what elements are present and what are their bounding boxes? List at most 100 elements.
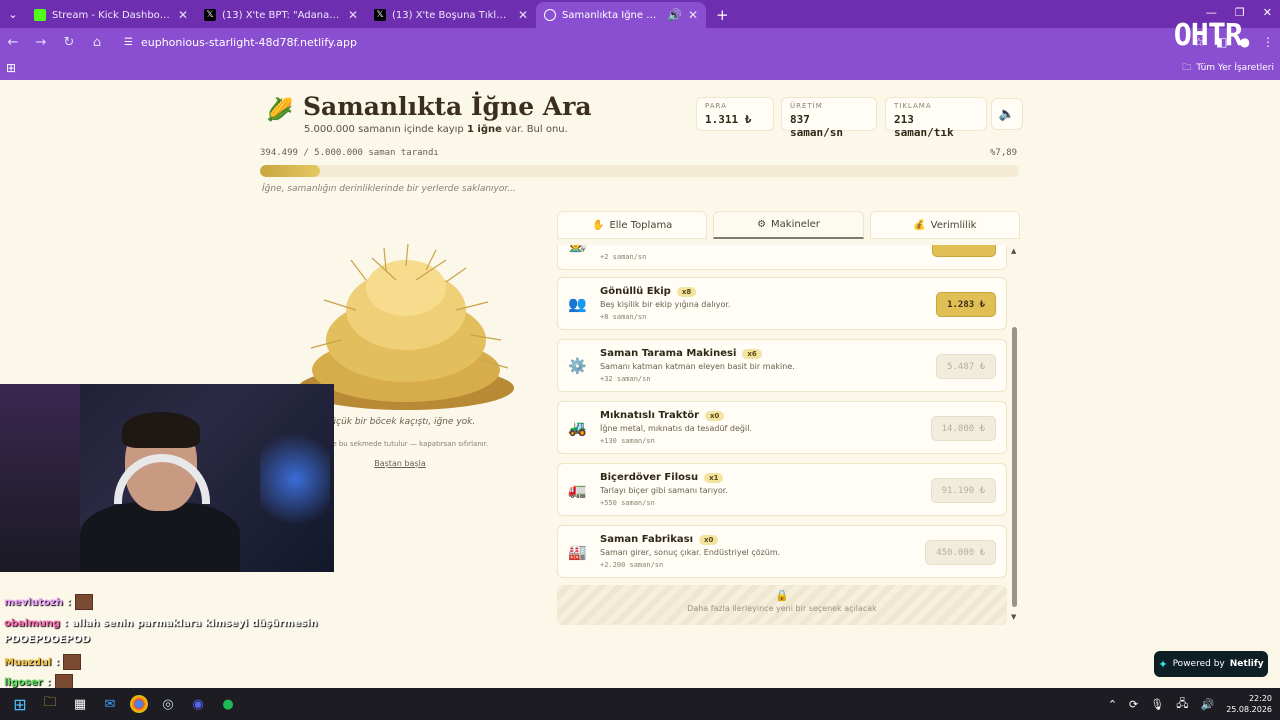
machine-count-badge: x0 bbox=[705, 410, 725, 421]
machine-name: Gönüllü Ekip x8 bbox=[600, 286, 697, 297]
machine-card: 👥 Gönüllü Ekip x8 Beş kişilik bir ekip y… bbox=[557, 277, 1007, 330]
stream-logo-overlay: OHTR bbox=[1173, 18, 1243, 53]
machine-count-badge: x8 bbox=[676, 286, 697, 297]
reload-icon[interactable]: ↻ bbox=[62, 35, 76, 50]
subtitle-text: 5.000.000 samanın içinde kayıp bbox=[304, 124, 464, 135]
close-tab-icon[interactable]: ✕ bbox=[348, 8, 358, 22]
stream-chat-overlay: mevlutozh: obalmung: allah senin parmakl… bbox=[0, 574, 320, 690]
tab-label: Makineler bbox=[771, 219, 820, 230]
all-bookmarks[interactable]: 🗀 Tüm Yer İşaretleri bbox=[1182, 60, 1274, 76]
machine-title: Saman Fabrikası bbox=[600, 534, 694, 545]
close-window-icon[interactable]: ✕ bbox=[1263, 6, 1272, 19]
tab-manual[interactable]: ✋ Elle Toplama bbox=[557, 211, 708, 239]
microphone-icon[interactable]: 🎙 bbox=[1150, 698, 1164, 711]
netlify-badge[interactable]: ✦ Powered by Netlify bbox=[1154, 651, 1268, 677]
tab-title: (13) X'te Boşuna Tıklama: "Sam bbox=[392, 9, 512, 21]
buy-button[interactable] bbox=[932, 245, 996, 257]
machine-list-scrollbar[interactable]: ▲ ▼ bbox=[1011, 245, 1019, 623]
tab-label: Elle Toplama bbox=[609, 219, 673, 231]
truck-icon: 🚛 bbox=[568, 481, 587, 499]
buy-button-disabled[interactable]: 14.000 ₺ bbox=[930, 416, 996, 441]
new-tab-button[interactable]: + bbox=[706, 2, 739, 28]
machine-rate: +8 saman/sn bbox=[600, 313, 647, 321]
hand-icon: ✋ bbox=[592, 219, 605, 231]
scroll-down-icon[interactable]: ▼ bbox=[1011, 613, 1016, 621]
bag-icon: 💰 bbox=[913, 219, 926, 231]
tab-title: Samanlıkta İğne Ara bbox=[562, 9, 661, 21]
scrollbar-thumb[interactable] bbox=[1012, 327, 1017, 607]
scroll-up-icon[interactable]: ▲ bbox=[1011, 247, 1016, 255]
browser-tab-2[interactable]: 𝕏 (13) X'te BPT: "Adana'da dönen ✕ bbox=[196, 2, 366, 28]
buy-button-disabled[interactable]: 5.487 ₺ bbox=[936, 354, 996, 379]
address-bar: ← → ↻ ⌂ ☰ euphonious-starlight-48d78f.ne… bbox=[0, 28, 1280, 56]
browser-tab-1[interactable]: Stream - Kick Dashboard ✕ bbox=[26, 2, 196, 28]
browser-tab-active[interactable]: Samanlıkta İğne Ara 🔊 ✕ bbox=[536, 2, 706, 28]
chat-line: PDOEPDOEPOD bbox=[4, 634, 90, 645]
chat-username: ligoser bbox=[4, 676, 43, 688]
network-icon[interactable]: 🖧 bbox=[1176, 695, 1188, 714]
netlify-icon: ✦ bbox=[1158, 657, 1168, 671]
mail-icon[interactable]: ✉ bbox=[100, 694, 120, 714]
buy-button-disabled[interactable]: 450.000 ₺ bbox=[925, 540, 996, 565]
netlify-brand: Netlify bbox=[1229, 659, 1264, 669]
close-tab-icon[interactable]: ✕ bbox=[178, 8, 188, 22]
buy-button-disabled[interactable]: 91.190 ₺ bbox=[930, 478, 996, 503]
tray-chevron-icon[interactable]: ⌃ bbox=[1108, 698, 1117, 711]
file-explorer-icon[interactable]: 🗀 bbox=[40, 694, 60, 714]
apps-grid-icon[interactable]: ⊞ bbox=[6, 61, 16, 75]
tray-sync-icon[interactable]: ⟳ bbox=[1129, 698, 1138, 711]
tab-machines[interactable]: ⚙ Makineler bbox=[713, 211, 864, 239]
kick-icon bbox=[34, 9, 46, 21]
streamer-body bbox=[80, 502, 240, 572]
windows-taskbar: ⊞ 🗀 ▦ ✉ ◎ ◉ ● ⌃ ⟳ 🎙 🖧 🔊 22:20 25.08.2026 bbox=[0, 688, 1280, 720]
speaker-icon[interactable]: 🔊 bbox=[667, 8, 682, 22]
machine-card: 🚛 Biçerdöver Filosu x1 Tarlayı biçer gib… bbox=[557, 463, 1007, 516]
machine-count-badge: x0 bbox=[699, 534, 719, 545]
speaker-icon: 🔈 bbox=[998, 106, 1016, 122]
discord-icon[interactable]: ◉ bbox=[188, 694, 208, 714]
forward-icon[interactable]: → bbox=[34, 35, 48, 50]
stat-label: TIKLAMA bbox=[894, 102, 932, 110]
steam-icon[interactable]: ◎ bbox=[158, 694, 178, 714]
machine-rate: +2 saman/sn bbox=[600, 253, 647, 261]
page-title: Samanlıkta İğne Ara bbox=[303, 92, 592, 121]
machine-card-partial: 🧑‍🌾 +2 saman/sn bbox=[557, 245, 1007, 270]
volume-icon[interactable]: 🔊 bbox=[1200, 698, 1214, 711]
close-tab-icon[interactable]: ✕ bbox=[518, 8, 528, 22]
site-info-icon[interactable]: ☰ bbox=[124, 37, 133, 48]
browser-tab-3[interactable]: 𝕏 (13) X'te Boşuna Tıklama: "Sam ✕ bbox=[366, 2, 536, 28]
machine-name: Mıknatıslı Traktör x0 bbox=[600, 410, 725, 421]
hint-text: İğne, samanlığın derinliklerinde bir yer… bbox=[262, 184, 516, 194]
buy-button[interactable]: 1.283 ₺ bbox=[936, 292, 996, 317]
folder-icon: 🗀 bbox=[1182, 63, 1192, 73]
spotify-icon[interactable]: ● bbox=[218, 694, 238, 714]
menu-icon[interactable]: ⋮ bbox=[1262, 35, 1274, 49]
clock-time: 22:20 bbox=[1248, 694, 1272, 703]
progress-bar bbox=[260, 165, 1019, 177]
home-icon[interactable]: ⌂ bbox=[90, 35, 104, 50]
page-subtitle: 5.000.000 samanın içinde kayıp 1 iğne va… bbox=[304, 124, 568, 135]
tab-search-icon[interactable]: ⌄ bbox=[0, 0, 26, 28]
machine-icon: 🧑‍🌾 bbox=[568, 245, 587, 253]
back-icon[interactable]: ← bbox=[6, 35, 20, 50]
windows-start-icon[interactable]: ⊞ bbox=[10, 694, 30, 714]
stat-value: 1.311 ₺ bbox=[705, 113, 752, 126]
clock[interactable]: 22:20 25.08.2026 bbox=[1226, 693, 1272, 715]
store-icon[interactable]: ▦ bbox=[70, 694, 90, 714]
team-icon: 👥 bbox=[568, 295, 587, 313]
chrome-icon[interactable] bbox=[130, 695, 148, 713]
tab-label: Verimlilik bbox=[930, 219, 977, 231]
machine-title: Biçerdöver Filosu bbox=[600, 472, 699, 483]
all-bookmarks-label: Tüm Yer İşaretleri bbox=[1196, 63, 1274, 73]
webcam-overlay bbox=[0, 384, 334, 572]
tab-efficiency[interactable]: 💰 Verimlilik bbox=[869, 211, 1020, 239]
progress-text: 394.499 / 5.000.000 saman tarandı bbox=[260, 148, 439, 158]
bookmarks-bar: ⊞ 🗀 Tüm Yer İşaretleri bbox=[0, 56, 1280, 80]
chat-message: allah senin parmaklara kimseyi düşürmesi… bbox=[72, 618, 318, 629]
chat-username: Muazdul bbox=[4, 656, 52, 668]
close-tab-icon[interactable]: ✕ bbox=[688, 8, 698, 22]
streamer-hair bbox=[122, 412, 200, 448]
wheat-icon: 🌽 bbox=[266, 98, 294, 123]
sound-toggle-button[interactable]: 🔈 bbox=[991, 98, 1023, 130]
url-field[interactable]: ☰ euphonious-starlight-48d78f.netlify.ap… bbox=[118, 36, 1179, 49]
